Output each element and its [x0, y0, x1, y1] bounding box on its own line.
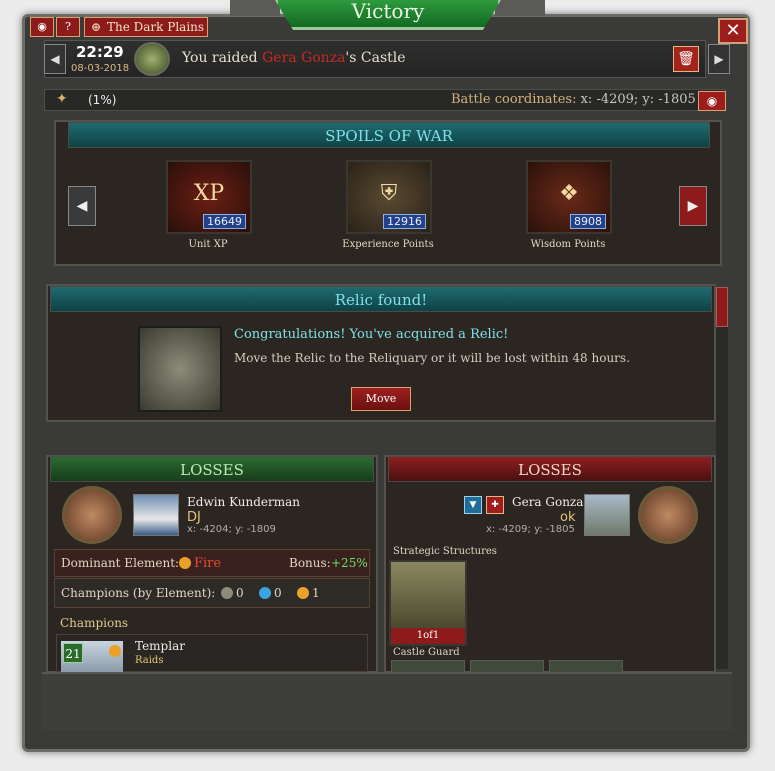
raid-prefix: You raided	[182, 50, 263, 66]
location-button[interactable]: ⊕ The Dark Plains	[84, 17, 208, 37]
champions-header: Champions	[60, 616, 129, 630]
attacker-alliance[interactable]: DJ	[187, 510, 201, 525]
strategic-structures-label: Strategic Structures	[393, 546, 497, 557]
champion-card[interactable]: 21 Templar Raids	[56, 634, 368, 673]
relic-ring-image	[138, 326, 222, 412]
spoil-experience: ⛨ 12916	[346, 160, 432, 234]
coords-label: Battle coordinates:	[451, 92, 581, 107]
location-label: The Dark Plains	[107, 20, 205, 34]
dominant-label: Dominant Element:	[61, 556, 180, 570]
scrollbar-track[interactable]	[716, 287, 728, 669]
footer-bar	[42, 672, 732, 730]
fire-element-icon	[179, 557, 191, 569]
champions-by-element-label: Champions (by Element):	[61, 586, 216, 600]
relic-title: Relic found!	[50, 286, 712, 312]
player-avatar	[134, 42, 170, 76]
banner-wing-right	[495, 0, 545, 16]
spoils-next-button[interactable]: ▶	[679, 186, 707, 226]
fire-element-icon	[109, 645, 121, 657]
defender-alliance[interactable]: ok	[560, 510, 575, 525]
water-count-value: 0	[274, 586, 282, 600]
fire-count-value: 1	[312, 586, 320, 600]
victory-title: Victory	[275, 0, 501, 30]
attacker-player-picture	[133, 494, 179, 536]
spoil-label: Wisdom Points	[530, 239, 606, 250]
shield-icon: ⛨	[380, 181, 398, 206]
banner-wing-left	[230, 0, 280, 16]
defender-losses-title: LOSSES	[388, 456, 712, 482]
attacker-portrait	[62, 486, 122, 544]
spoil-label: Unit XP	[188, 239, 228, 250]
enemy-name-link[interactable]: Gera Gonza	[262, 50, 345, 66]
eye-icon: ◉	[706, 94, 718, 108]
bonus-value: +25%	[331, 556, 368, 570]
earth-element-icon	[221, 587, 233, 599]
view-battle-button[interactable]: ◉	[698, 91, 726, 111]
close-button[interactable]: ✕	[718, 18, 748, 44]
attacker-name[interactable]: Edwin Kunderman	[187, 495, 300, 509]
fire-count: 1	[297, 586, 320, 600]
water-count: 0	[259, 586, 282, 600]
champions-element-row: Champions (by Element): 0 0 1	[54, 578, 370, 608]
bonus-label: Bonus:	[289, 556, 331, 570]
spoil-value: 8908	[570, 214, 606, 229]
fire-element-icon	[297, 587, 309, 599]
alliance-flag-icon: ▼	[464, 496, 482, 514]
relic-note: Move the Relic to the Reliquary or it wi…	[234, 351, 630, 365]
report-date: 08-03-2018	[71, 63, 130, 74]
pin-icon[interactable]: ✚	[486, 496, 504, 514]
report-time: 22:29	[76, 43, 124, 61]
spoil-unit-xp: XP 16649	[166, 160, 252, 234]
battle-coordinates: Battle coordinates: x: -4209; y: -1805	[451, 92, 696, 107]
trash-icon: 🗑	[677, 51, 695, 67]
prev-report-button[interactable]: ◀	[44, 44, 66, 74]
spoils-prev-button[interactable]: ◀	[68, 186, 96, 226]
defender-coords: x: -4209; y: -1805	[486, 524, 575, 535]
raid-suffix: 's Castle	[345, 50, 406, 66]
resource-percentage: (1%)	[88, 93, 117, 107]
dominant-element-row: Dominant Element: Fire Bonus: +25%	[54, 549, 370, 577]
dominant-element-value: Fire	[194, 556, 222, 571]
owl-icon: ❖	[559, 181, 579, 206]
relic-congrats: Congratulations! You've acquired a Relic…	[234, 327, 509, 342]
spoil-wisdom: ❖ 8908	[526, 160, 612, 234]
spoil-value: 12916	[383, 214, 426, 229]
next-report-button[interactable]: ▶	[708, 44, 730, 74]
move-relic-button[interactable]: Move	[351, 387, 411, 411]
delete-report-button[interactable]: 🗑	[673, 46, 699, 72]
loot-bag-icon: ✦	[56, 91, 68, 107]
scrollbar-thumb[interactable]	[716, 287, 728, 327]
champion-level: 21	[63, 643, 83, 663]
dominant-value: Fire	[179, 556, 221, 571]
structure-card[interactable]: 1of1	[389, 560, 467, 646]
spoil-label: Experience Points	[342, 239, 434, 250]
defender-portrait	[638, 486, 698, 544]
defender-name[interactable]: Gera Gonza	[512, 495, 583, 509]
camera-button[interactable]: ◉	[30, 17, 54, 37]
attacker-coords: x: -4204; y: -1809	[187, 524, 276, 535]
coords-value: x: -4209; y: -1805	[580, 92, 696, 107]
spoil-value: 16649	[203, 214, 246, 229]
champion-type: Raids	[135, 655, 164, 666]
spoils-title: SPOILS OF WAR	[68, 122, 710, 148]
xp-icon: XP	[193, 181, 225, 206]
structure-count: 1of1	[391, 628, 465, 644]
castle-guard-label: Castle Guard	[393, 647, 460, 658]
attacker-losses-title: LOSSES	[50, 456, 374, 482]
camera-icon: ◉	[37, 20, 47, 33]
earth-count-value: 0	[236, 586, 244, 600]
help-button[interactable]: ?	[56, 17, 80, 37]
earth-count: 0	[221, 586, 244, 600]
globe-icon: ⊕	[91, 20, 102, 34]
champion-name: Templar	[135, 639, 185, 653]
defender-player-picture	[584, 494, 630, 536]
raid-summary: You raided Gera Gonza's Castle	[182, 50, 406, 66]
water-element-icon	[259, 587, 271, 599]
